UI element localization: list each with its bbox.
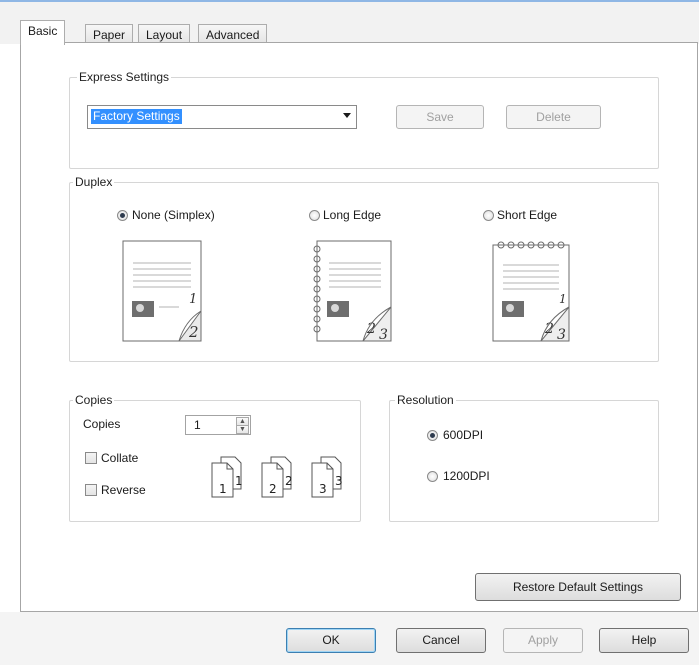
duplex-none-radio[interactable] bbox=[117, 210, 128, 221]
copies-spinbox[interactable]: 1 ▲ ▼ bbox=[185, 415, 251, 435]
svg-text:2: 2 bbox=[269, 482, 277, 496]
svg-text:2: 2 bbox=[366, 321, 376, 337]
express-settings-title: Express Settings bbox=[77, 70, 172, 84]
chevron-down-icon[interactable] bbox=[343, 113, 351, 118]
tab-strip: Basic Paper Layout Advanced bbox=[0, 0, 699, 45]
svg-text:2: 2 bbox=[188, 323, 199, 341]
duplex-long-edge-radio[interactable] bbox=[309, 210, 320, 221]
printer-properties-dialog: Basic Paper Layout Advanced Express Sett… bbox=[0, 0, 699, 665]
svg-text:2: 2 bbox=[285, 474, 293, 488]
delete-button[interactable]: Delete bbox=[506, 105, 601, 129]
spin-down-icon[interactable]: ▼ bbox=[236, 425, 249, 434]
copies-value[interactable]: 1 bbox=[194, 418, 201, 432]
resolution-1200-label[interactable]: 1200DPI bbox=[443, 469, 490, 483]
svg-text:2: 2 bbox=[544, 321, 554, 337]
resolution-1200-radio[interactable] bbox=[427, 471, 438, 482]
long-edge-binding-icon: 2 3 bbox=[313, 240, 392, 343]
duplex-none-label[interactable]: None (Simplex) bbox=[132, 208, 215, 222]
duplex-long-edge-label[interactable]: Long Edge bbox=[323, 208, 381, 222]
svg-text:1: 1 bbox=[559, 292, 567, 306]
restore-default-settings-button[interactable]: Restore Default Settings bbox=[475, 573, 681, 601]
svg-text:1: 1 bbox=[219, 482, 227, 496]
copies-title: Copies bbox=[73, 393, 115, 407]
svg-text:3: 3 bbox=[319, 482, 327, 496]
reverse-label[interactable]: Reverse bbox=[101, 483, 146, 497]
resolution-600-label[interactable]: 600DPI bbox=[443, 428, 483, 442]
ok-button[interactable]: OK bbox=[286, 628, 376, 653]
tab-advanced[interactable]: Advanced bbox=[198, 24, 268, 44]
tab-paper[interactable]: Paper bbox=[85, 24, 134, 44]
resolution-group bbox=[389, 400, 659, 522]
help-button[interactable]: Help bbox=[599, 628, 689, 653]
svg-text:3: 3 bbox=[335, 474, 343, 488]
save-button[interactable]: Save bbox=[396, 105, 484, 129]
duplex-title: Duplex bbox=[73, 175, 115, 189]
svg-text:1: 1 bbox=[235, 474, 243, 488]
short-edge-binding-icon: 2 3 1 bbox=[492, 241, 570, 343]
simplex-page-icon: 2 1 bbox=[122, 240, 202, 342]
dialog-footer: OK Cancel Apply Help bbox=[0, 612, 699, 665]
reverse-checkbox[interactable] bbox=[85, 484, 97, 496]
duplex-short-edge-radio[interactable] bbox=[483, 210, 494, 221]
resolution-title: Resolution bbox=[395, 393, 456, 407]
express-settings-dropdown[interactable]: Factory Settings bbox=[87, 105, 357, 129]
collate-checkbox[interactable] bbox=[85, 452, 97, 464]
collate-pages-icon: 11 22 33 bbox=[211, 456, 343, 498]
basic-tab-page: Express Settings Factory Settings Save D… bbox=[20, 42, 698, 612]
svg-text:3: 3 bbox=[557, 327, 566, 343]
tab-basic[interactable]: Basic bbox=[20, 20, 66, 45]
express-settings-selected: Factory Settings bbox=[91, 109, 182, 124]
collate-label[interactable]: Collate bbox=[101, 451, 138, 465]
cancel-button[interactable]: Cancel bbox=[396, 628, 486, 653]
tab-layout[interactable]: Layout bbox=[138, 24, 191, 44]
svg-text:3: 3 bbox=[379, 327, 388, 343]
resolution-600-radio[interactable] bbox=[427, 430, 438, 441]
apply-button[interactable]: Apply bbox=[503, 628, 583, 653]
duplex-short-edge-label[interactable]: Short Edge bbox=[497, 208, 557, 222]
copies-label: Copies bbox=[83, 417, 121, 431]
svg-text:1: 1 bbox=[189, 292, 197, 307]
